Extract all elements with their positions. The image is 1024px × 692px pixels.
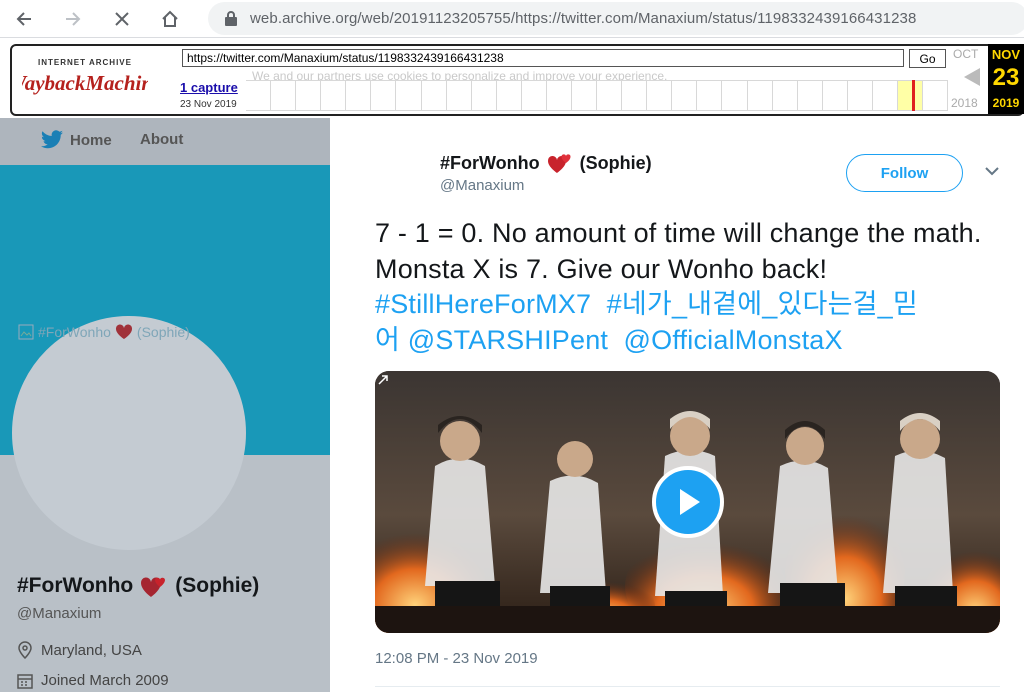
lock-icon (225, 11, 237, 26)
tweet-timestamp[interactable]: 12:08 PM - 23 Nov 2019 (375, 650, 538, 667)
follow-button[interactable]: Follow (846, 154, 963, 192)
timeline-cell[interactable] (371, 80, 397, 111)
timeline-cell[interactable] (346, 80, 372, 111)
tweet-author-name[interactable]: #ForWonho (Sophie) (440, 151, 652, 175)
tweet-author-handle[interactable]: @Manaxium (440, 177, 524, 194)
timeline-cell[interactable] (246, 80, 272, 111)
svg-text:WaybackMachine: WaybackMachine (22, 71, 148, 95)
timeline-cell[interactable] (822, 80, 848, 111)
gif-icon (378, 375, 388, 385)
heart-icon (115, 324, 132, 339)
heart-icon (547, 154, 571, 173)
timeline-cell[interactable] (847, 80, 873, 111)
wayback-logo[interactable]: INTERNET ARCHIVE WaybackMachine (8, 54, 162, 99)
timeline-cell[interactable] (898, 80, 924, 111)
tweet-author-name-suffix: (Sophie) (579, 152, 652, 173)
current-year: 2019 (992, 96, 1020, 110)
avatar[interactable] (12, 316, 246, 550)
address-bar[interactable]: web.archive.org/web/20191123205755/https… (208, 2, 1024, 35)
forward-icon[interactable] (59, 6, 87, 32)
prev-year-label[interactable]: 2018 (951, 96, 978, 110)
broken-image-alt: #ForWonho (38, 324, 111, 340)
hashtag-link[interactable]: #StillHereForMX7 (375, 289, 591, 319)
current-day: 23 (992, 64, 1020, 91)
svg-text:INTERNET ARCHIVE: INTERNET ARCHIVE (38, 58, 132, 67)
stop-icon[interactable] (108, 6, 136, 32)
timeline-marker (912, 80, 915, 111)
timeline-cell[interactable] (622, 80, 648, 111)
timeline-cell[interactable] (572, 80, 598, 111)
broken-image: #ForWonho (Sophie) (18, 324, 190, 340)
tweet-author-name-text: #ForWonho (440, 152, 540, 173)
timeline-cell[interactable] (496, 80, 522, 111)
timeline-cell[interactable] (271, 80, 297, 111)
heart-icon (141, 577, 166, 597)
browser-toolbar: web.archive.org/web/20191123205755/https… (0, 0, 1024, 38)
capture-timeline[interactable] (246, 80, 949, 111)
profile-joined: Joined March 2009 (17, 672, 169, 689)
mention-link[interactable]: @STARSHIPent (408, 325, 608, 355)
current-date-box: NOV 23 2019 (988, 44, 1024, 114)
nav-about-link[interactable]: About (140, 131, 183, 148)
profile-name-suffix: (Sophie) (175, 574, 260, 597)
timeline-cell[interactable] (446, 80, 472, 111)
divider (375, 686, 1000, 687)
timeline-cell[interactable] (421, 80, 447, 111)
timeline-cell[interactable] (647, 80, 673, 111)
twitter-bird-icon (41, 130, 63, 149)
current-month: NOV (991, 47, 1021, 62)
calendar-icon (17, 673, 33, 689)
timeline-cell[interactable] (747, 80, 773, 111)
profile-name[interactable]: #ForWonho (Sophie) (17, 574, 259, 598)
timeline-cell[interactable] (471, 80, 497, 111)
broken-image-alt-suffix: (Sophie) (136, 324, 190, 340)
tweet-text: 7 - 1 = 0. No amount of time will change… (375, 216, 995, 358)
nav-home-link[interactable]: Home (40, 130, 112, 150)
profile-joined-text: Joined March 2009 (41, 672, 169, 689)
timeline-cell[interactable] (923, 80, 949, 111)
timeline-cell[interactable] (722, 80, 748, 111)
timeline-cell[interactable] (396, 80, 422, 111)
home-icon[interactable] (156, 6, 184, 32)
location-icon (18, 641, 32, 659)
play-icon (680, 489, 700, 515)
timeline-cell[interactable] (546, 80, 573, 111)
profile-location-text: Maryland, USA (41, 641, 142, 659)
back-icon[interactable] (10, 6, 38, 32)
timeline-cell[interactable] (321, 80, 347, 111)
captures-link[interactable]: 1 capture (180, 80, 238, 95)
profile-location: Maryland, USA (17, 641, 142, 659)
wayback-url-input[interactable]: https://twitter.com/Manaxium/status/1198… (182, 49, 904, 67)
profile-name-text: #ForWonho (17, 574, 134, 597)
nav-home-label: Home (70, 131, 112, 149)
timeline-cell[interactable] (872, 80, 899, 111)
timeline-cell[interactable] (296, 80, 322, 111)
timeline-cell[interactable] (797, 80, 823, 111)
prev-month-label[interactable]: OCT (953, 47, 978, 61)
profile-handle[interactable]: @Manaxium (17, 605, 101, 622)
broken-image-icon (18, 324, 34, 340)
mention-link[interactable]: @OfficialMonstaX (624, 325, 843, 355)
go-button[interactable]: Go (909, 49, 946, 68)
play-button[interactable] (652, 466, 724, 538)
chevron-down-icon[interactable] (984, 166, 1000, 176)
timeline-cell[interactable] (697, 80, 723, 111)
timeline-cell[interactable] (521, 80, 547, 111)
capture-date: 23 Nov 2019 (180, 99, 237, 110)
address-text: web.archive.org/web/20191123205755/https… (250, 10, 917, 27)
timeline-cell[interactable] (597, 80, 623, 111)
timeline-cell[interactable] (672, 80, 698, 111)
prev-capture-icon[interactable] (964, 68, 980, 86)
timeline-cell[interactable] (772, 80, 798, 111)
tweet-text-main: 7 - 1 = 0. No amount of time will change… (375, 218, 982, 284)
